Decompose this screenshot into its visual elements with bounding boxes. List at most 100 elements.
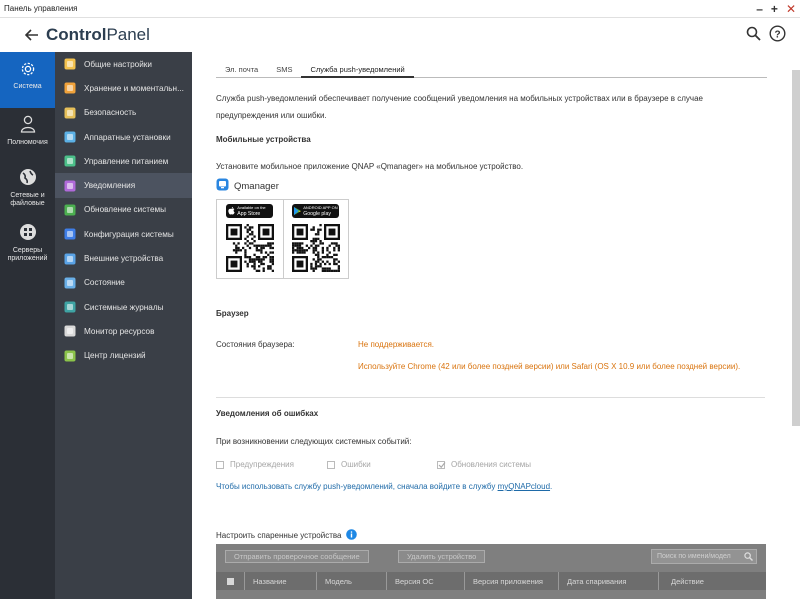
appstore-badge[interactable]: Available on the App Store [226,204,274,218]
rail-item-privileges[interactable]: Полномочия [0,108,55,164]
select-all-checkbox[interactable] [216,572,245,590]
googleplay-badge[interactable]: ANDROID APP ON Google play [292,204,340,218]
signin-text: Чтобы использовать службу push-уведомлен… [216,482,552,491]
app-title-bold: Control [46,25,107,44]
config-icon [63,227,77,241]
content-scrollbar[interactable] [792,70,800,426]
system-menu: Общие настройки Хранение и моментальн... Б… [55,52,192,599]
googleplay-column: ANDROID APP ON Google play [282,200,349,278]
errors-text: При возникновении следующих системных со… [216,437,412,446]
user-icon [20,115,36,136]
tab-sms[interactable]: SMS [267,64,301,78]
browser-hint: Используйте Chrome (42 или более поздней… [358,362,741,371]
back-arrow-icon[interactable] [22,25,42,45]
menu-item-external[interactable]: Внешние устройства [55,246,192,270]
menu-item-security[interactable]: Безопасность [55,101,192,125]
menu-item-logs[interactable]: Системные журналы [55,295,192,319]
maximize-icon[interactable]: + [771,2,778,16]
menu-item-update[interactable]: Обновление системы [55,198,192,222]
app-title: ControlPanel [46,25,150,45]
rail-label-app-servers: Серверы приложений [7,247,48,262]
app-title-light: Panel [106,25,150,44]
menu-item-label: Общие настройки [84,59,152,69]
search-icon[interactable] [744,552,753,561]
rail-label-privileges: Полномочия [7,139,48,146]
checkbox-updates[interactable]: Обновления системы [437,460,531,469]
status-icon [63,276,77,290]
menu-item-power[interactable]: Управление питанием [55,149,192,173]
menu-item-notification[interactable]: Уведомления [55,173,192,198]
column-name[interactable]: Название [245,572,317,590]
info-icon[interactable] [346,529,358,542]
menu-item-label: Центр лицензий [84,351,146,361]
push-content: Служба push-уведомлений обеспечивает пол… [216,90,764,279]
tab-email[interactable]: Эл. почта [216,64,267,78]
qmanager-name: Qmanager [234,180,279,192]
checkbox-warnings-box[interactable] [216,460,224,469]
monitor-icon [63,324,77,338]
rail-item-app-servers[interactable]: Серверы приложений [0,220,55,276]
grid-search-placeholder: Поиск по имени/модел [657,553,731,560]
browser-state-label: Состояния браузера: [216,340,295,349]
qmanager-icon [216,178,229,194]
menu-item-label: Внешние устройства [84,254,164,264]
myqnapcloud-link[interactable]: myQNAPcloud [498,482,550,491]
window-title-bar: Панель управления [0,0,800,18]
globe-icon [19,168,37,189]
checkbox-updates-label: Обновления системы [451,460,532,469]
menu-item-label: Управление питанием [84,156,169,166]
app-header: ControlPanel ? [0,18,800,52]
column-model[interactable]: Модель [317,572,387,590]
paired-devices-grid: Отправить проверочное сообщение Удалить … [216,544,766,599]
mobile-text: Установите мобильное приложение QNAP «Qm… [216,162,524,171]
column-pair-date[interactable]: Дата спаривания [559,572,659,590]
tab-bar: Эл. почта SMS Служба push-уведомлений [216,64,767,78]
close-icon[interactable]: ✕ [786,2,796,16]
column-app-version[interactable]: Версия приложения [465,572,559,590]
category-rail: Система Полномочия Сетевые и файловые Се… [0,52,55,599]
gear-icon [20,61,36,80]
minimize-icon[interactable]: – [756,2,763,16]
search-icon[interactable] [746,26,761,43]
menu-item-storage[interactable]: Хранение и моментальн... [55,76,192,100]
menu-item-monitor[interactable]: Монитор ресурсов [55,319,192,343]
main-panel: Эл. почта SMS Служба push-уведомлений Сл… [192,52,800,599]
delete-device-button[interactable]: Удалить устройство [398,550,486,563]
signin-text-dot: . [550,482,553,491]
menu-item-label: Обновление системы [84,205,167,215]
check-icon [438,462,446,468]
checkbox-updates-box[interactable] [437,460,446,469]
grid-header: Название Модель Версия ОС Версия приложе… [216,572,766,590]
menu-item-status[interactable]: Состояние [55,271,192,295]
checkbox-warnings[interactable]: Предупреждения [216,460,294,469]
apple-icon [228,207,235,217]
menu-item-hardware[interactable]: Аппаратные установки [55,125,192,149]
menu-item-label: Уведомления [84,181,136,191]
column-action[interactable]: Действие [659,572,766,590]
grid-search-input[interactable]: Поиск по имени/модел [651,549,757,564]
rail-label-network: Сетевые и файловые [10,192,45,207]
menu-item-license[interactable]: Центр лицензий [55,344,192,368]
menu-item-label: Состояние [84,278,125,288]
security-icon [63,106,77,120]
menu-item-settings[interactable]: Общие настройки [55,52,192,76]
menu-item-config[interactable]: Конфигурация системы [55,222,192,246]
checkbox-errors-box[interactable] [327,460,335,469]
help-icon[interactable]: ? [769,25,786,44]
checkbox-errors[interactable]: Ошибки [327,460,371,469]
menu-item-label: Конфигурация системы [84,229,174,239]
external-icon [63,252,77,266]
hardware-icon [63,130,77,144]
rail-item-system[interactable]: Система [0,52,55,108]
tab-push[interactable]: Служба push-уведомлений [301,64,414,78]
menu-item-label: Монитор ресурсов [84,326,155,336]
column-os-version[interactable]: Версия ОС [387,572,465,590]
update-icon [63,203,77,217]
send-test-message-button[interactable]: Отправить проверочное сообщение [225,550,369,563]
appstore-qr-code [225,224,274,272]
appstore-column: Available on the App Store [217,200,283,278]
rail-item-network[interactable]: Сетевые и файловые [0,164,55,220]
intro-line-1: Служба push-уведомлений обеспечивает пол… [216,94,703,103]
menu-item-label: Безопасность [84,108,137,118]
apps-icon [19,223,37,244]
